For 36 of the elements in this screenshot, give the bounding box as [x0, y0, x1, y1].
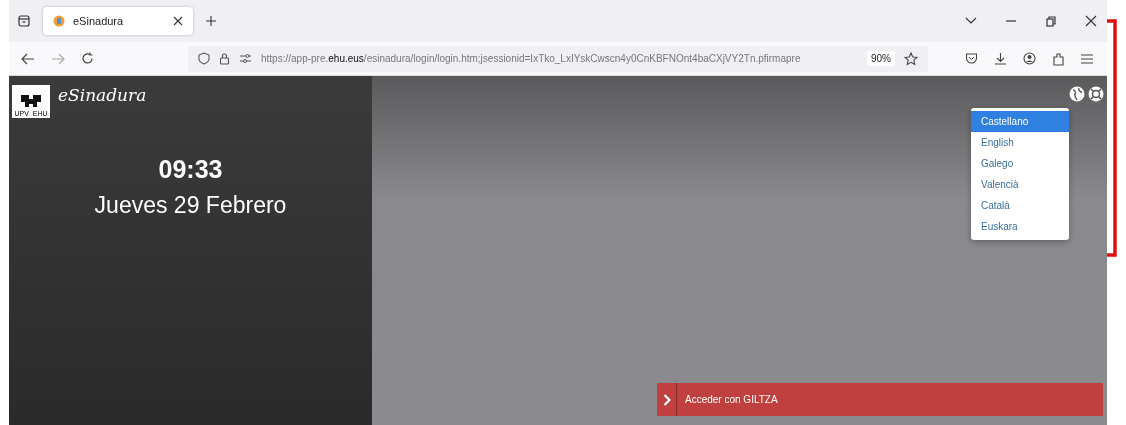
lock-icon: [219, 52, 230, 65]
app-name: eSinadura: [58, 85, 147, 105]
language-option[interactable]: Castellano: [971, 111, 1069, 132]
chevron-down-icon[interactable]: [965, 17, 977, 25]
menu-icon[interactable]: [1081, 53, 1093, 64]
extensions-icon[interactable]: [1052, 51, 1065, 66]
language-option[interactable]: Galego: [971, 153, 1069, 174]
permissions-icon: [239, 53, 252, 64]
url-text: https://app-pre.ehu.eus/esinadura/login/login.htm;jsessionid=IxTko_LxIYskCwscn4y0CnKBFNOnt4baCXjVY2Tn.pfirmapre: [261, 53, 802, 64]
browser-tab[interactable]: eSinadura: [43, 7, 193, 35]
language-option[interactable]: Català: [971, 195, 1069, 216]
giltza-login-button[interactable]: Acceder con GILTZA: [657, 383, 1103, 416]
clock-date: Jueves 29 Febrero: [94, 192, 287, 219]
language-option[interactable]: English: [971, 132, 1069, 153]
close-icon[interactable]: [1085, 15, 1097, 27]
back-arrow-icon[interactable]: [21, 52, 35, 65]
zoom-level[interactable]: 90%: [867, 51, 895, 66]
chevron-right-icon: [662, 393, 671, 406]
language-option[interactable]: Valencià: [971, 174, 1069, 195]
shield-icon: [198, 52, 210, 65]
pocket-icon[interactable]: [965, 52, 978, 65]
reload-icon[interactable]: [81, 52, 94, 65]
globe-icon[interactable]: [1069, 86, 1085, 102]
tab-title: eSinadura: [73, 15, 125, 27]
account-icon[interactable]: [1023, 52, 1036, 65]
tab-list-icon[interactable]: [17, 14, 31, 28]
restore-icon[interactable]: [1045, 15, 1057, 27]
download-icon[interactable]: [994, 52, 1007, 65]
language-option[interactable]: Euskara: [971, 216, 1069, 237]
address-bar[interactable]: https://app-pre.ehu.eus/esinadura/login/login.htm;jsessionid=IxTko_LxIYskCwscn4y0CnKBFNOnt4baCXjVY2Tn.pfirmapre 90%: [188, 45, 928, 72]
star-icon[interactable]: [904, 51, 918, 66]
favicon-icon: [53, 15, 65, 27]
new-tab-icon[interactable]: [205, 15, 217, 27]
lifebuoy-icon[interactable]: [1088, 86, 1104, 102]
clock-time: 09:33: [158, 155, 223, 184]
close-icon[interactable]: [173, 16, 183, 26]
